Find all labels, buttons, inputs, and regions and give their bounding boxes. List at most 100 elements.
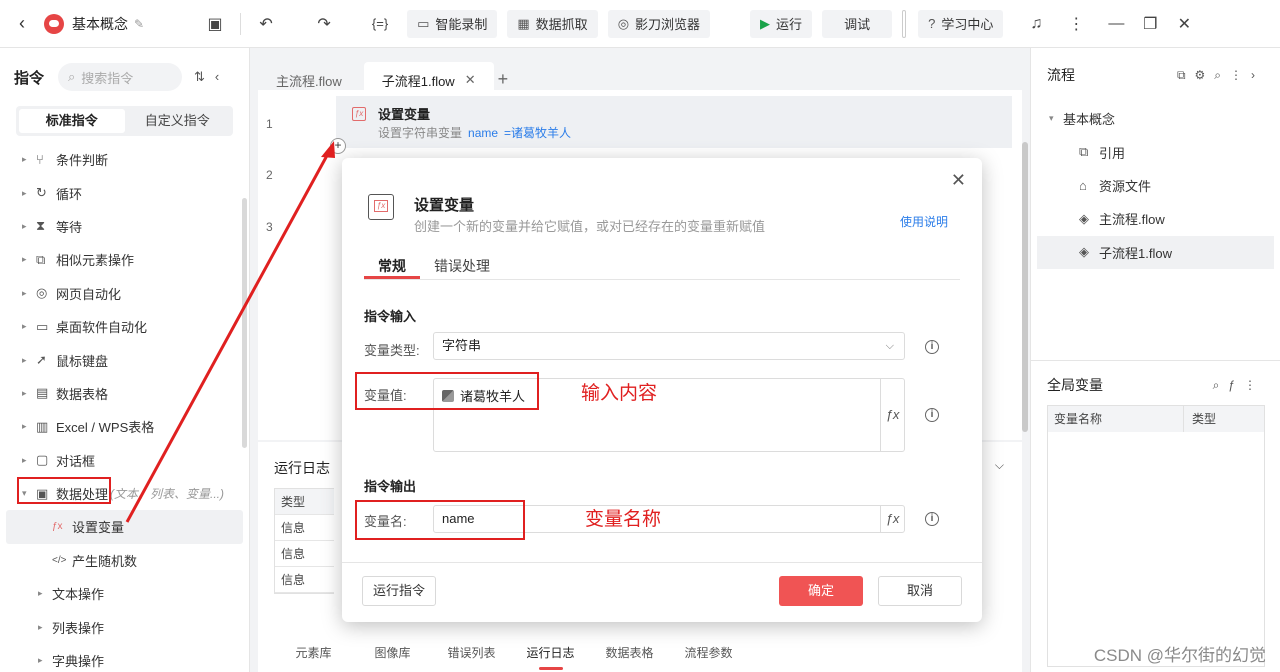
tree-item-set-variable[interactable]: ƒx 设置变量 — [6, 510, 243, 544]
learning-center-button[interactable]: ? 学习中心 — [918, 9, 1004, 38]
tree-item[interactable]: ▸ 字典操作 — [0, 644, 249, 672]
table-row: 信息 — [275, 567, 334, 593]
help-link[interactable]: 使用说明 — [900, 213, 948, 230]
tree-item-random[interactable]: </> 产生随机数 — [0, 544, 249, 577]
browser-button[interactable]: ◎ 影刀浏览器 — [607, 9, 711, 38]
add-step-icon[interactable]: + — [330, 138, 346, 154]
annotation-box — [17, 477, 111, 504]
tree-item[interactable]: ▸ ⑂ 条件判断 — [0, 143, 249, 176]
tree-item[interactable]: ▸ ↻ 循环 — [0, 176, 249, 209]
tab-custom-instructions[interactable]: 自定义指令 — [125, 109, 231, 133]
tree-item-reference[interactable]: ⧉ 引用 — [1031, 135, 1280, 168]
tree-item[interactable]: ▸ 列表操作 — [0, 610, 249, 643]
tab-standard-instructions[interactable]: 标准指令 — [19, 109, 125, 133]
grid-icon: ▦ — [517, 15, 530, 31]
line-number: 1 — [266, 117, 273, 131]
tab-error-handling[interactable]: 错误处理 — [434, 256, 490, 276]
flow-step-set-variable[interactable]: ƒx 设置变量 设置字符串变量 name =诸葛牧羊人 — [336, 96, 1012, 148]
global-vars-table: 变量名称 类型 — [1047, 405, 1265, 667]
dialog-icon: ▢ — [36, 452, 49, 468]
code-view-icon[interactable]: {=} — [363, 10, 397, 38]
tree-item[interactable]: ▸ ▢ 对话框 — [0, 444, 249, 477]
log-title: 运行日志 — [274, 460, 330, 476]
tree-item[interactable]: ▸ ◎ 网页自动化 — [0, 277, 249, 310]
global-vars-tools-icon[interactable]: ⌕ƒ⋮ — [1213, 378, 1265, 393]
tab-element-library[interactable]: 元素库 — [274, 644, 353, 670]
panel-tools-icon[interactable]: ⧉⚙⌕⋮› — [1177, 68, 1264, 83]
column-header: 变量名称 — [1048, 406, 1184, 432]
panel-title: 指令 — [14, 69, 45, 87]
smart-record-button[interactable]: ▭ 智能录制 — [407, 9, 498, 38]
instruction-tree: ▸ ⑂ 条件判断 ▸ ↻ 循环 ▸ ⧗ 等待 ▸ ⧉ 相似元素操作 ▸ ◎ 网页自动化 ▸ ▭ 桌面软件… — [0, 143, 249, 672]
tree-item[interactable]: ▸ ▭ 桌面软件自动化 — [0, 310, 249, 343]
step-title: 设置变量 — [378, 107, 431, 122]
flow-tree: ▾ 基本概念 ⧉ 引用 ⌂ 资源文件 ◈ 主流程.flow ◈ 子流程1.flow — [1031, 102, 1280, 269]
cancel-button[interactable]: 取消 — [878, 576, 962, 606]
fx-icon[interactable]: ƒx — [880, 379, 904, 451]
similar-icon: ⧉ — [36, 251, 46, 267]
tab-data-table[interactable]: 数据表格 — [590, 644, 669, 670]
tree-item-main-flow[interactable]: ◈ 主流程.flow — [1031, 202, 1280, 235]
scrollbar[interactable] — [242, 198, 247, 448]
undo-icon[interactable]: ↶ — [249, 10, 283, 38]
close-tab-icon[interactable]: ✕ — [465, 72, 476, 88]
tab-general[interactable]: 常规 — [378, 256, 406, 276]
tree-item[interactable]: ▸ ▤ 数据表格 — [0, 377, 249, 410]
sort-icon[interactable]: ⇅‹ — [194, 69, 229, 85]
line-number: 2 — [266, 168, 273, 182]
search-icon: ⌕ — [68, 69, 76, 84]
tree-item[interactable]: ▸ ▥ Excel / WPS表格 — [0, 410, 249, 443]
flow-panel: 流程 ⧉⚙⌕⋮› ▾ 基本概念 ⧉ 引用 ⌂ 资源文件 ◈ 主流程.flow ◈ 子流程1… — [1030, 48, 1280, 672]
top-toolbar: ‹ 基本概念 ✎ ▣ ↶ ↷ {=} ▭ 智能录制 ▦ 数据抓取 ◎ 影刀浏览器 ▶ 运… — [0, 0, 1280, 48]
close-icon[interactable]: ✕ — [951, 170, 966, 191]
search-input[interactable]: ⌕ 搜索指令 — [58, 63, 183, 91]
tree-root[interactable]: ▾ 基本概念 — [1031, 102, 1280, 135]
table-icon: ▤ — [36, 385, 49, 401]
section-output: 指令输出 — [364, 479, 417, 494]
back-icon[interactable]: ‹ — [0, 13, 44, 34]
tab-run-log[interactable]: 运行日志 — [511, 644, 590, 670]
panel-title: 流程 — [1047, 67, 1075, 83]
info-icon[interactable]: i — [925, 340, 939, 354]
data-capture-button[interactable]: ▦ 数据抓取 — [507, 9, 598, 38]
tree-item[interactable]: ▸ 文本操作 — [0, 577, 249, 610]
chevron-down-icon[interactable]: ⌵ — [995, 458, 1004, 473]
fx-icon: ƒx — [368, 194, 394, 220]
tree-item-resources[interactable]: ⌂ 资源文件 — [1031, 169, 1280, 202]
maximize-icon[interactable]: ❐ — [1133, 10, 1167, 38]
line-number: 3 — [266, 220, 273, 234]
video-icon: ▭ — [417, 15, 430, 31]
tree-item-subflow[interactable]: ◈ 子流程1.flow — [1037, 235, 1274, 269]
cursor-icon: ➚ — [36, 352, 47, 368]
random-icon: </> — [52, 554, 67, 566]
bell-icon[interactable]: ♫ — [1019, 10, 1053, 38]
reference-icon: ⧉ — [1079, 144, 1089, 160]
annotation-label: 输入内容 — [581, 383, 658, 404]
minimize-icon[interactable]: — — [1099, 10, 1133, 38]
tab-flow-params[interactable]: 流程参数 — [669, 644, 748, 670]
redo-icon[interactable]: ↷ — [307, 10, 341, 38]
run-button[interactable]: ▶ 运行 — [750, 9, 813, 38]
save-icon[interactable]: ▣ — [198, 10, 232, 38]
more-icon[interactable]: ⋮ — [1059, 10, 1093, 38]
close-window-icon[interactable]: ✕ — [1167, 10, 1201, 38]
hourglass-icon: ⧗ — [36, 218, 46, 234]
edit-name-icon[interactable]: ✎ — [134, 17, 144, 31]
scrollbar[interactable] — [1022, 142, 1028, 432]
browser-icon: ◎ — [36, 285, 48, 301]
debug-button[interactable]: 调试 — [822, 9, 893, 38]
tree-item[interactable]: ▸ ⧗ 等待 — [0, 210, 249, 243]
variable-type-select[interactable]: 字符串 ⌵ — [433, 332, 905, 360]
confirm-button[interactable]: 确定 — [779, 576, 863, 606]
tree-item[interactable]: ▸ ⧉ 相似元素操作 — [0, 243, 249, 276]
tab-error-list[interactable]: 错误列表 — [432, 644, 511, 670]
tab-image-library[interactable]: 图像库 — [353, 644, 432, 670]
tree-item[interactable]: ▸ ➚ 鼠标键盘 — [0, 343, 249, 376]
fx-icon[interactable]: ƒx — [880, 506, 904, 532]
info-icon[interactable]: i — [925, 408, 939, 422]
info-icon[interactable]: i — [925, 512, 939, 526]
column-header: 类型 — [1192, 412, 1217, 426]
run-instruction-button[interactable]: 运行指令 — [362, 576, 436, 606]
toggle-handle[interactable] — [902, 9, 907, 38]
chevron-down-icon: ⌵ — [885, 340, 894, 352]
